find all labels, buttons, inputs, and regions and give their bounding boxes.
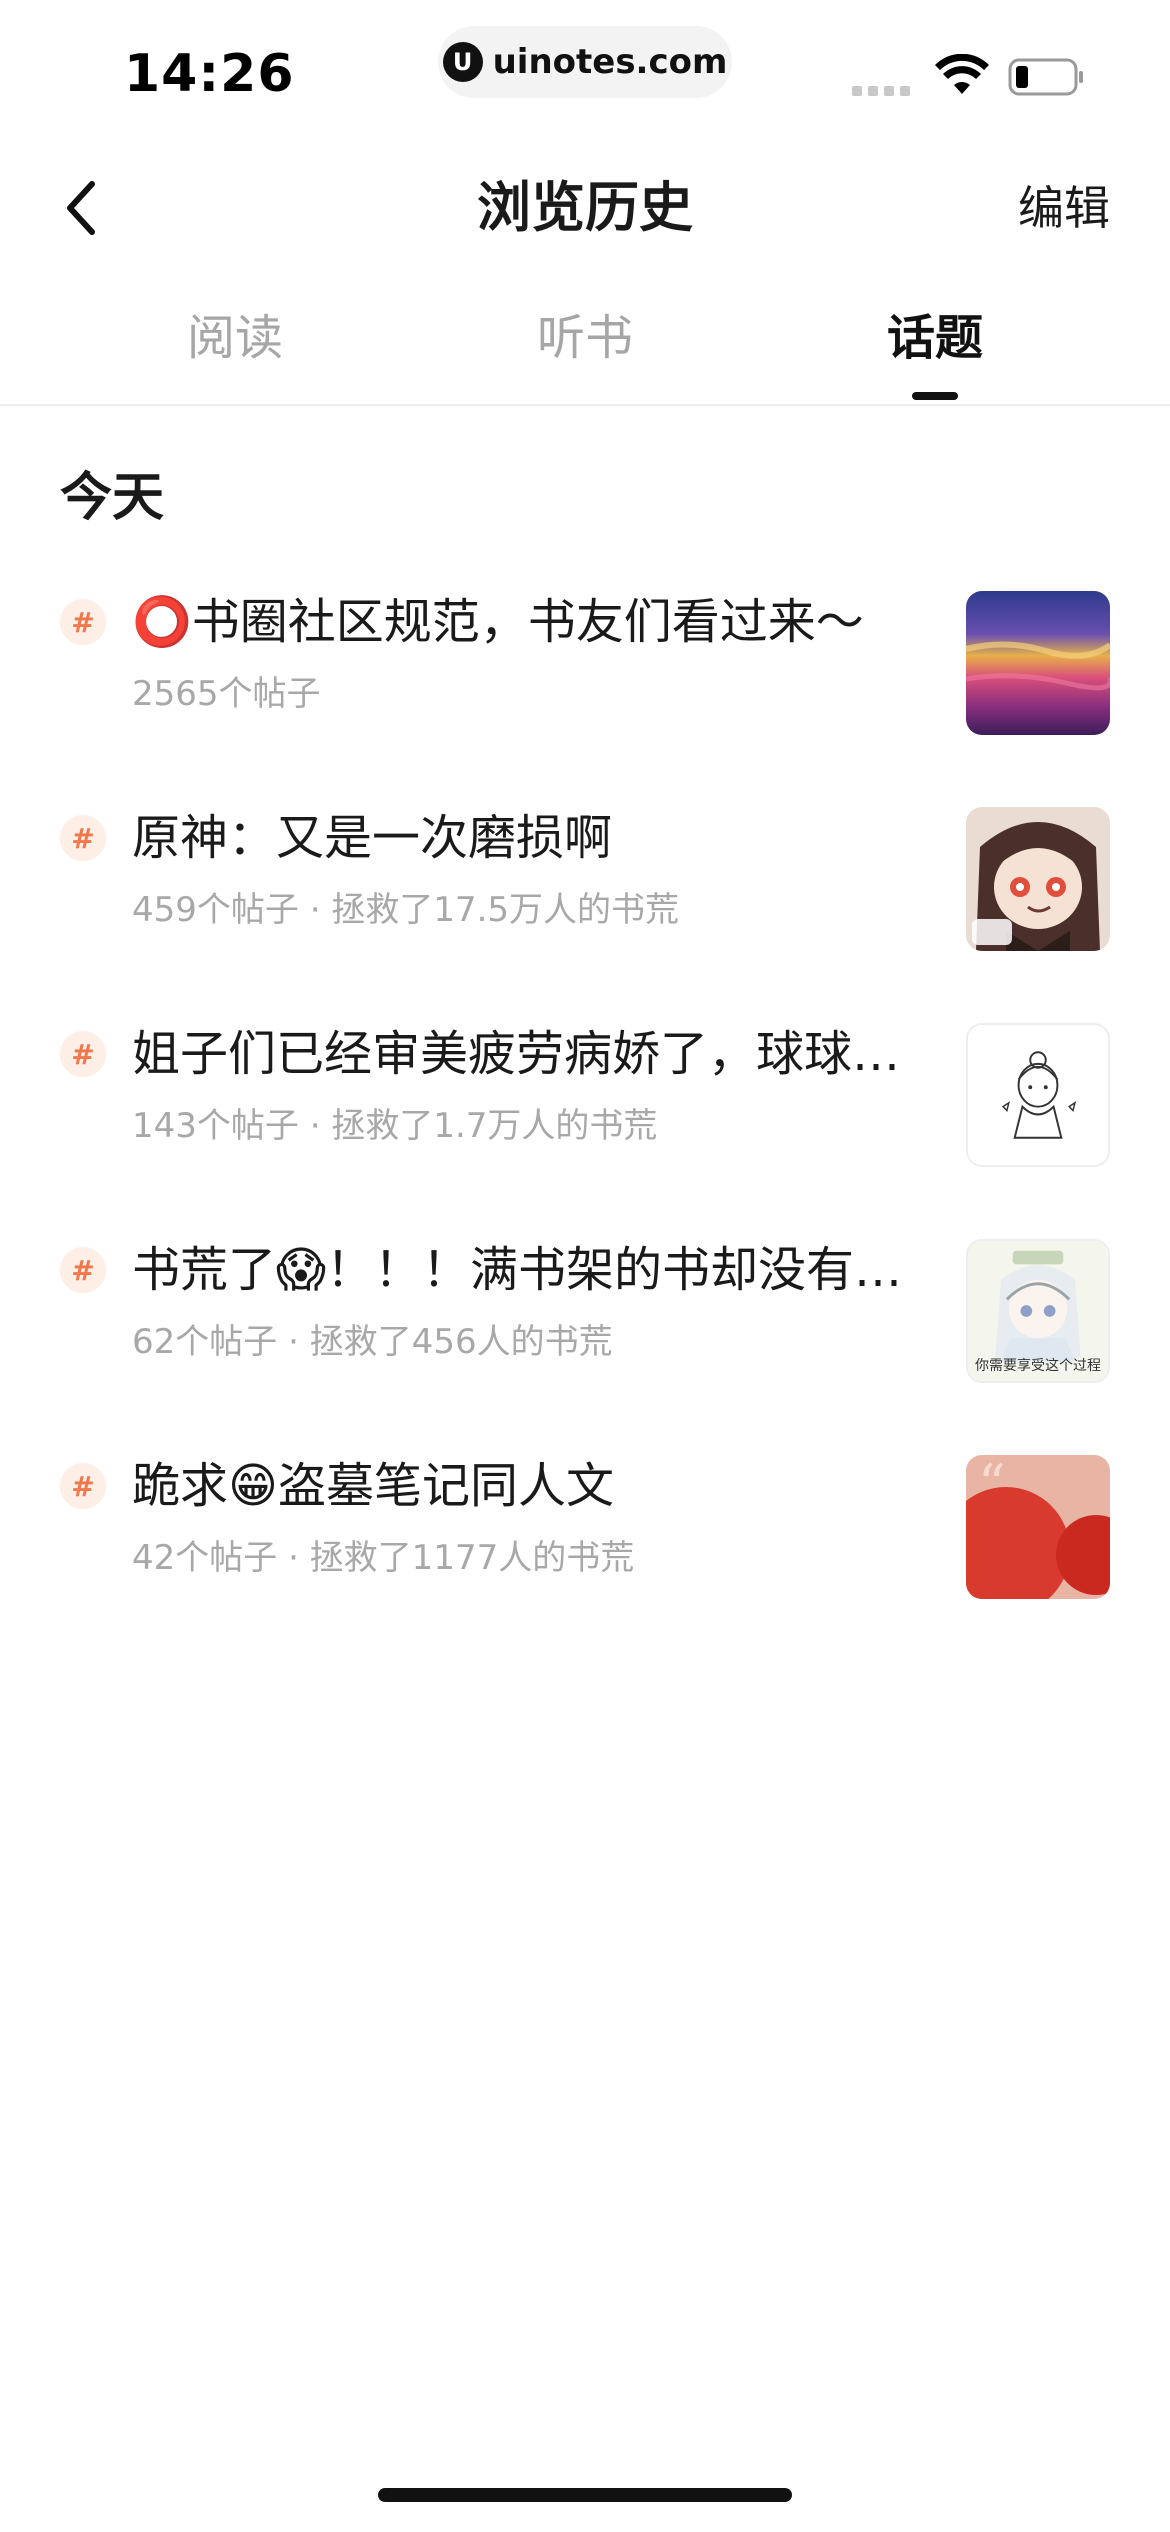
- hashtag-icon: #: [60, 599, 106, 645]
- topic-thumbnail: “: [966, 1455, 1110, 1599]
- topic-title: 跪求😁盗墓笔记同人文: [132, 1458, 615, 1514]
- edit-button[interactable]: 编辑: [1018, 174, 1110, 242]
- topic-list: # ⭕书圈社区规范，书友们看过来～ 2565个帖子 # 原神：又是一次磨损啊 4…: [0, 585, 1170, 1665]
- topic-meta: 2565个帖子: [132, 674, 321, 714]
- page-title: 浏览历史: [477, 176, 693, 239]
- topic-meta: 143个帖子 · 拯救了1.7万人的书荒: [132, 1106, 658, 1146]
- active-tab-indicator: [912, 392, 958, 400]
- topic-thumbnail: [966, 807, 1110, 951]
- list-item[interactable]: # 书荒了😱！！！满书架的书却没有… 62个帖子 · 拯救了456人的书荒 你需…: [0, 1233, 1170, 1449]
- url-pill[interactable]: U uinotes.com: [438, 26, 732, 98]
- topic-title: 书荒了😱！！！满书架的书却没有…: [132, 1242, 903, 1298]
- tab-reading[interactable]: 阅读: [155, 296, 315, 380]
- topic-meta: 62个帖子 · 拯救了456人的书荒: [132, 1322, 613, 1362]
- topic-meta: 42个帖子 · 拯救了1177人的书荒: [132, 1538, 635, 1578]
- list-item[interactable]: # 原神：又是一次磨损啊 459个帖子 · 拯救了17.5万人的书荒: [0, 801, 1170, 1017]
- status-time: 14:26: [124, 44, 295, 104]
- site-logo-icon: U: [442, 42, 483, 82]
- topic-meta: 459个帖子 · 拯救了17.5万人的书荒: [132, 890, 680, 930]
- cellular-signal-icon: [852, 86, 910, 96]
- status-bar: 14:26 U uinotes.com: [0, 0, 1170, 140]
- svg-text:“: “: [978, 1455, 1006, 1516]
- tab-topics[interactable]: 话题: [855, 296, 1015, 380]
- hashtag-icon: #: [60, 1031, 106, 1077]
- hashtag-icon: #: [60, 1247, 106, 1293]
- topic-title: 姐子们已经审美疲劳病娇了，球球…: [132, 1026, 901, 1082]
- tab-bar: 阅读 听书 话题: [0, 296, 1170, 406]
- topic-thumbnail: [966, 591, 1110, 735]
- hashtag-icon: #: [60, 1463, 106, 1509]
- list-item[interactable]: # 跪求😁盗墓笔记同人文 42个帖子 · 拯救了1177人的书荒 “: [0, 1449, 1170, 1665]
- back-button[interactable]: [52, 168, 112, 248]
- tab-audiobooks[interactable]: 听书: [505, 296, 665, 380]
- topic-title: ⭕书圈社区规范，书友们看过来～: [132, 594, 864, 650]
- topic-thumbnail: 你需要享受这个过程: [966, 1239, 1110, 1383]
- topic-title: 原神：又是一次磨损啊: [132, 810, 613, 866]
- section-heading-today: 今天: [60, 468, 165, 528]
- topic-thumbnail: [966, 1023, 1110, 1167]
- wifi-icon: [935, 54, 989, 94]
- url-text: uinotes.com: [492, 42, 728, 82]
- home-indicator: [378, 2488, 792, 2502]
- chevron-left-icon: [67, 181, 95, 235]
- list-item[interactable]: # 姐子们已经审美疲劳病娇了，球球… 143个帖子 · 拯救了1.7万人的书荒: [0, 1017, 1170, 1233]
- list-item[interactable]: # ⭕书圈社区规范，书友们看过来～ 2565个帖子: [0, 585, 1170, 801]
- hashtag-icon: #: [60, 815, 106, 861]
- thumbnail-caption: 你需要享受这个过程: [975, 1358, 1101, 1374]
- battery-icon: [1008, 58, 1083, 96]
